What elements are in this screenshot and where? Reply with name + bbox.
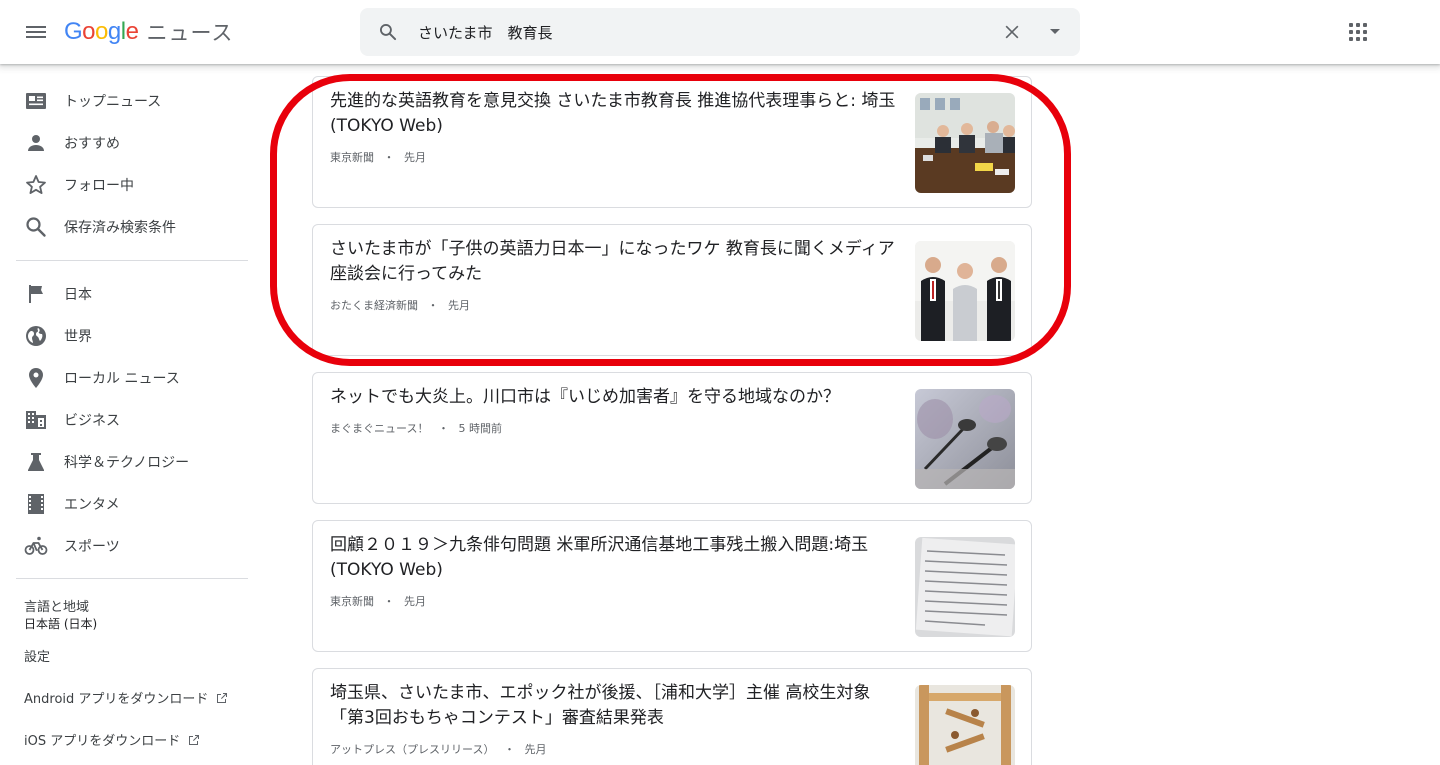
sidebar-item-label: 科学＆テクノロジー [64, 455, 190, 471]
language-region-label[interactable]: 言語と地域 [24, 596, 89, 615]
article-meta: おたくま経済新聞 ・ 先月 [330, 297, 470, 313]
sidebar-item-label: おすすめ [64, 136, 120, 152]
article-title[interactable]: さいたま市が「子供の英語力日本一」になったワケ 教育長に聞くメディア座談会に行っ… [330, 237, 900, 287]
article-time: 5 時間前 [458, 422, 502, 435]
article-source[interactable]: おたくま経済新聞 [330, 299, 418, 312]
google-news-logo[interactable]: Google ニュース [64, 17, 233, 47]
article-card[interactable]: 回顧２０１９＞九条俳句問題 米軍所沢通信基地工事残土搬入問題:埼玉(TOKYO … [312, 520, 1032, 652]
close-icon[interactable] [1002, 22, 1022, 42]
meta-separator: ・ [427, 299, 439, 312]
sidebar-item-japan[interactable]: 日本 [0, 273, 264, 315]
meta-separator: ・ [503, 743, 515, 756]
google-wordmark: Google [64, 18, 139, 45]
ios-app-label: iOS アプリをダウンロード [24, 734, 181, 749]
article-meta: アットプレス（プレスリリース） ・ 先月 [330, 741, 546, 757]
sidebar-divider [16, 578, 248, 579]
sidebar: トップニュース おすすめ フォロー中 保存済み検索条件 日本 世界 ローカル ニ… [0, 64, 264, 765]
person-icon [28, 135, 44, 151]
article-title[interactable]: 回顧２０１９＞九条俳句問題 米軍所沢通信基地工事残土搬入問題:埼玉(TOKYO … [330, 533, 900, 583]
sidebar-item-label: 保存済み検索条件 [64, 220, 176, 236]
settings-link[interactable]: 設定 [24, 646, 50, 665]
apps-grid-icon[interactable] [1349, 23, 1367, 41]
article-source[interactable]: アットプレス（プレスリリース） [330, 743, 494, 756]
star-icon [26, 175, 46, 194]
film-icon [28, 494, 44, 514]
sidebar-item-label: 日本 [64, 287, 92, 303]
meta-separator: ・ [383, 151, 395, 164]
sidebar-item-for-you[interactable]: おすすめ [0, 122, 264, 164]
news-wordmark: ニュース [146, 21, 234, 45]
external-link-icon [189, 734, 200, 745]
newspaper-icon [26, 93, 46, 109]
article-time: 先月 [404, 151, 426, 164]
sidebar-item-label: スポーツ [64, 539, 120, 555]
sidebar-item-label: エンタメ [64, 497, 120, 513]
article-time: 先月 [448, 299, 470, 312]
article-thumbnail[interactable] [915, 389, 1015, 489]
android-app-link[interactable]: Android アプリをダウンロード [24, 688, 228, 707]
sidebar-item-business[interactable]: ビジネス [0, 399, 264, 441]
article-thumbnail[interactable] [915, 537, 1015, 637]
globe-icon [26, 326, 46, 346]
article-meta: 東京新聞 ・ 先月 [330, 593, 426, 609]
sidebar-item-label: ビジネス [64, 413, 120, 429]
article-card[interactable]: ネットでも大炎上。川口市は『いじめ加害者』を守る地域なのか？ まぐまぐニュース！… [312, 372, 1032, 504]
flask-icon [28, 453, 44, 471]
article-source[interactable]: 東京新聞 [330, 151, 374, 164]
search-icon[interactable] [378, 22, 398, 42]
article-source[interactable]: 東京新聞 [330, 595, 374, 608]
hamburger-menu-icon[interactable] [24, 20, 48, 44]
sidebar-item-local-news[interactable]: ローカル ニュース [0, 357, 264, 399]
article-meta: まぐまぐニュース！ ・ 5 時間前 [330, 420, 502, 436]
sidebar-item-world[interactable]: 世界 [0, 315, 264, 357]
article-title[interactable]: ネットでも大炎上。川口市は『いじめ加害者』を守る地域なのか？ [330, 385, 900, 410]
sidebar-item-saved-searches[interactable]: 保存済み検索条件 [0, 206, 264, 248]
sidebar-item-label: トップニュース [64, 94, 162, 110]
meeting-photo-image [915, 93, 1015, 193]
article-title[interactable]: 埼玉県、さいたま市、エポック社が後援、［浦和大学］主催 高校生対象「第3回おもち… [330, 681, 900, 731]
article-thumbnail[interactable] [915, 685, 1015, 765]
search-icon [26, 217, 46, 237]
group-photo-image [915, 241, 1015, 341]
bicycle-icon [24, 536, 48, 555]
sidebar-item-sports[interactable]: スポーツ [0, 525, 264, 567]
sidebar-divider [16, 260, 248, 261]
article-card[interactable]: 埼玉県、さいたま市、エポック社が後援、［浦和大学］主催 高校生対象「第3回おもち… [312, 668, 1032, 765]
location-pin-icon [29, 368, 43, 388]
search-input[interactable] [418, 18, 978, 46]
document-photo-image [915, 537, 1015, 637]
article-title[interactable]: 先進的な英語教育を意見交換 さいたま市教育長 推進協代表理事らと: 埼玉(TOK… [330, 89, 900, 139]
top-app-bar: Google ニュース [0, 0, 1440, 64]
meta-separator: ・ [383, 595, 395, 608]
android-app-label: Android アプリをダウンロード [24, 692, 209, 707]
article-source[interactable]: まぐまぐニュース！ [330, 422, 428, 435]
article-time: 先月 [524, 743, 547, 756]
article-card[interactable]: 先進的な英語教育を意見交換 さいたま市教育長 推進協代表理事らと: 埼玉(TOK… [312, 76, 1032, 208]
article-thumbnail[interactable] [915, 93, 1015, 193]
article-meta: 東京新聞 ・ 先月 [330, 149, 426, 165]
caret-down-icon[interactable] [1050, 29, 1060, 34]
article-card[interactable]: さいたま市が「子供の英語力日本一」になったワケ 教育長に聞くメディア座談会に行っ… [312, 224, 1032, 356]
sidebar-item-entertainment[interactable]: エンタメ [0, 483, 264, 525]
meta-separator: ・ [437, 422, 449, 435]
sidebar-item-science-tech[interactable]: 科学＆テクノロジー [0, 441, 264, 483]
ios-app-link[interactable]: iOS アプリをダウンロード [24, 730, 200, 749]
article-time: 先月 [404, 595, 426, 608]
language-region-value[interactable]: 日本語 (日本) [24, 615, 97, 632]
flag-icon [29, 285, 43, 303]
sidebar-item-label: フォロー中 [64, 178, 134, 194]
wooden-toy-photo-image [915, 685, 1015, 765]
search-bar [360, 8, 1080, 56]
sidebar-item-label: ローカル ニュース [64, 371, 180, 387]
sidebar-item-label: 世界 [64, 329, 92, 345]
microphones-photo-image [915, 389, 1015, 489]
building-icon [26, 411, 46, 429]
sidebar-item-following[interactable]: フォロー中 [0, 164, 264, 206]
sidebar-item-top-news[interactable]: トップニュース [0, 80, 264, 122]
external-link-icon [217, 692, 228, 703]
article-thumbnail[interactable] [915, 241, 1015, 341]
